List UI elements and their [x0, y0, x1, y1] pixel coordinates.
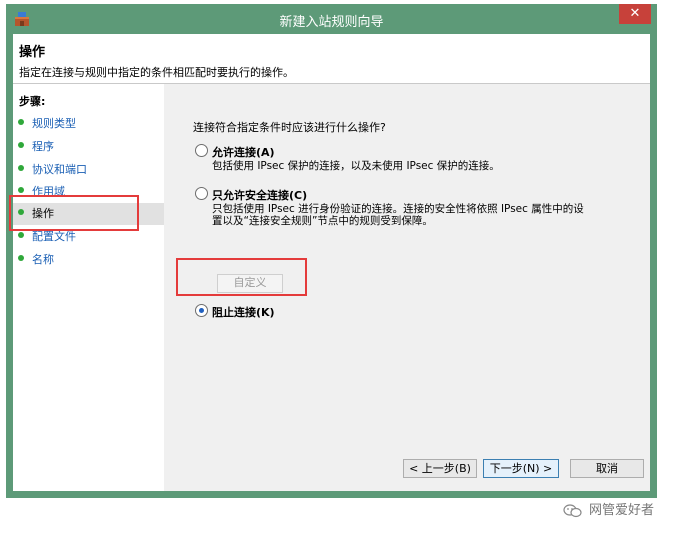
green-dot-icon	[18, 165, 24, 171]
step-protocol-port[interactable]: 协议和端口	[13, 159, 164, 181]
title-bar[interactable]: 新建入站规则向导 ✕	[6, 4, 657, 34]
watermark-text: 网管爱好者	[588, 503, 654, 518]
watermark: 网管爱好者	[563, 499, 654, 518]
option-description: 只包括使用 IPsec 进行身份验证的连接。连接的安全性将依照 IPsec 属性…	[212, 203, 584, 227]
action-prompt: 连接符合指定条件时应该进行什么操作?	[193, 121, 386, 134]
step-rule-type[interactable]: 规则类型	[13, 113, 164, 135]
steps-panel: 步骤: 规则类型 程序 协议和端口 作用域 操作 配置文件 名称	[13, 84, 164, 491]
step-label: 规则类型	[32, 117, 76, 130]
radio-block[interactable]	[195, 304, 208, 317]
page-title: 操作	[19, 45, 46, 60]
option-label: 只允许安全连接(C)	[212, 189, 308, 202]
green-dot-icon	[18, 187, 24, 193]
wizard-header: 操作 指定在连接与规则中指定的条件相匹配时要执行的操作。	[13, 34, 650, 84]
green-dot-icon	[18, 142, 24, 148]
green-dot-icon	[18, 119, 24, 125]
back-button[interactable]: < 上一步(B)	[403, 459, 477, 478]
step-label: 协议和端口	[32, 163, 87, 176]
step-label: 名称	[32, 253, 54, 266]
next-button[interactable]: 下一步(N) >	[483, 459, 559, 478]
close-icon: ✕	[629, 6, 641, 21]
green-dot-icon	[18, 232, 24, 238]
wizard-window: 新建入站规则向导 ✕ 操作 指定在连接与规则中指定的条件相匹配时要执行的操作。 …	[6, 4, 657, 498]
option-label: 允许连接(A)	[212, 146, 275, 159]
option-description: 包括使用 IPsec 保护的连接，以及未使用 IPsec 保护的连接。	[212, 160, 500, 172]
steps-title: 步骤:	[19, 95, 46, 108]
window-title: 新建入站规则向导	[279, 15, 384, 30]
step-label: 程序	[32, 140, 54, 153]
step-name[interactable]: 名称	[13, 249, 164, 271]
green-dot-icon	[18, 255, 24, 261]
cancel-button[interactable]: 取消	[570, 459, 644, 478]
radio-allow[interactable]	[195, 144, 208, 157]
close-button[interactable]: ✕	[619, 4, 651, 24]
option-description-line: 置以及“连接安全规则”节点中的规则受到保障。	[212, 215, 433, 227]
highlight-box-step-action	[9, 195, 139, 231]
wechat-icon	[563, 503, 582, 517]
wizard-client-area: 操作 指定在连接与规则中指定的条件相匹配时要执行的操作。 步骤: 规则类型 程序…	[13, 34, 650, 491]
option-description-line: 只包括使用 IPsec 进行身份验证的连接。连接的安全性将依照 IPsec 属性…	[212, 203, 584, 215]
radio-allow-secure[interactable]	[195, 187, 208, 200]
page-description: 指定在连接与规则中指定的条件相匹配时要执行的操作。	[19, 66, 294, 79]
highlight-box-block-connection	[176, 258, 307, 296]
option-label: 阻止连接(K)	[212, 306, 275, 319]
step-program[interactable]: 程序	[13, 136, 164, 158]
